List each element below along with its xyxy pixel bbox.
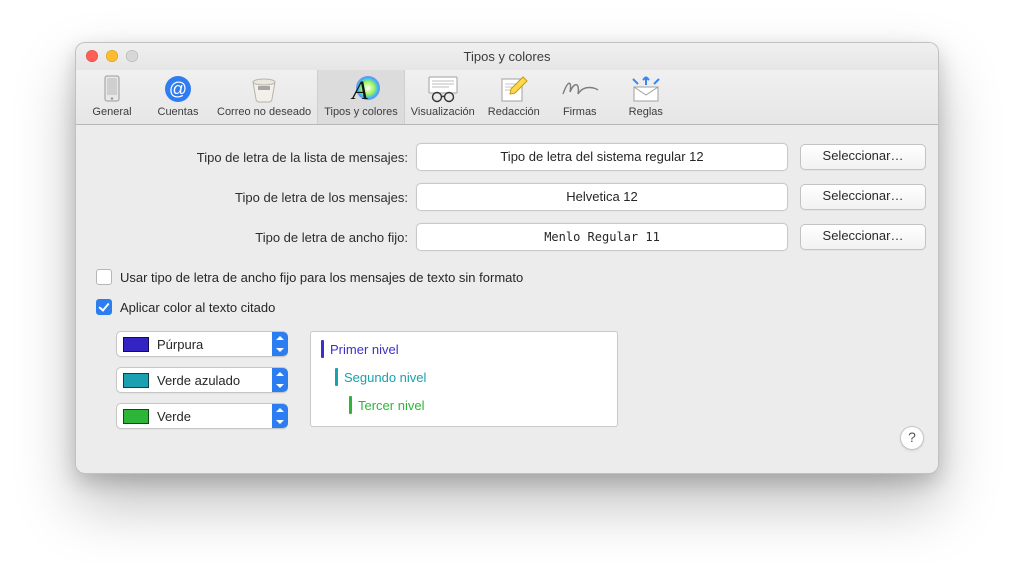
toolbar-item-viewing[interactable]: Visualización (405, 70, 481, 124)
fixed-width-plaintext-row: Usar tipo de letra de ancho fijo para lo… (96, 269, 926, 285)
font-display-message: Helvetica 12 (416, 183, 788, 211)
popup-label: Verde azulado (157, 373, 272, 388)
font-row-message: Tipo de letra de los mensajes: Helvetica… (88, 183, 926, 211)
quote-preview-line: Tercer nivel (349, 394, 607, 416)
fonts-colors-icon: A (341, 74, 381, 104)
toolbar-item-signatures[interactable]: Firmas (547, 70, 613, 124)
quote-bar-icon (335, 368, 338, 386)
help-icon: ? (908, 429, 916, 445)
quote-preview-text: Segundo nivel (344, 370, 426, 385)
toolbar-item-fonts-colors[interactable]: A Tipos y colores (317, 70, 405, 124)
popup-label: Púrpura (157, 337, 272, 352)
toolbar-item-label: Reglas (629, 106, 663, 118)
at-icon: @ (158, 74, 198, 104)
chevron-updown-icon (272, 368, 288, 392)
trash-icon (244, 74, 284, 104)
toolbar-item-composing[interactable]: Redacción (481, 70, 547, 124)
zoom-icon[interactable] (126, 50, 138, 62)
signature-icon (560, 74, 600, 104)
swatch-icon (123, 337, 149, 352)
svg-text:A: A (350, 76, 368, 104)
quote-preview-line: Primer nivel (321, 338, 607, 360)
quote-bar-icon (349, 396, 352, 414)
color-quoted-checkbox[interactable] (96, 299, 112, 315)
toolbar-item-label: Correo no deseado (217, 106, 311, 118)
select-font-button[interactable]: Seleccionar… (800, 184, 926, 210)
swatch-icon (123, 409, 149, 424)
quote-level3-select[interactable]: Verde (116, 403, 288, 429)
fixed-width-plaintext-checkbox[interactable] (96, 269, 112, 285)
font-row-label: Tipo de letra de ancho fijo: (88, 230, 416, 245)
quote-preview-text: Primer nivel (330, 342, 399, 357)
help-button[interactable]: ? (900, 426, 924, 450)
toolbar-item-label: Cuentas (158, 106, 199, 118)
select-font-button[interactable]: Seleccionar… (800, 224, 926, 250)
quote-bar-icon (321, 340, 324, 358)
compose-icon (494, 74, 534, 104)
color-quoted-row: Aplicar color al texto citado (96, 299, 926, 315)
chevron-updown-icon (272, 332, 288, 356)
titlebar: Tipos y colores (76, 43, 938, 70)
font-display-fixed-width: Menlo Regular 11 (416, 223, 788, 251)
quote-preview-line: Segundo nivel (335, 366, 607, 388)
quote-preview-text: Tercer nivel (358, 398, 424, 413)
traffic-lights (86, 50, 138, 62)
minimize-icon[interactable] (106, 50, 118, 62)
content-pane: Tipo de letra de la lista de mensajes: T… (76, 125, 938, 464)
color-quoted-label: Aplicar color al texto citado (120, 300, 275, 315)
svg-text:@: @ (169, 79, 187, 99)
toolbar-item-label: Visualización (411, 106, 475, 118)
select-font-button[interactable]: Seleccionar… (800, 144, 926, 170)
font-display-message-list: Tipo de letra del sistema regular 12 (416, 143, 788, 171)
phone-icon (92, 74, 132, 104)
toolbar-item-label: Tipos y colores (324, 106, 398, 118)
chevron-updown-icon (272, 404, 288, 428)
toolbar-item-label: Firmas (563, 106, 597, 118)
toolbar-item-rules[interactable]: Reglas (613, 70, 679, 124)
quote-level2-select[interactable]: Verde azulado (116, 367, 288, 393)
preferences-window: Tipos y colores General @ Cuentas Correo… (75, 42, 939, 474)
toolbar-item-accounts[interactable]: @ Cuentas (145, 70, 211, 124)
popup-label: Verde (157, 409, 272, 424)
quote-area: Púrpura Verde azulado Verde (116, 331, 926, 429)
font-row-label: Tipo de letra de los mensajes: (88, 190, 416, 205)
toolbar-item-junk[interactable]: Correo no deseado (211, 70, 317, 124)
fixed-width-plaintext-label: Usar tipo de letra de ancho fijo para lo… (120, 270, 523, 285)
glasses-icon (423, 74, 463, 104)
quote-color-selects: Púrpura Verde azulado Verde (116, 331, 288, 429)
toolbar: General @ Cuentas Correo no deseado (76, 70, 938, 125)
font-row-fixed-width: Tipo de letra de ancho fijo: Menlo Regul… (88, 223, 926, 251)
toolbar-item-general[interactable]: General (79, 70, 145, 124)
font-row-label: Tipo de letra de la lista de mensajes: (88, 150, 416, 165)
window-title: Tipos y colores (464, 49, 551, 64)
rules-icon (626, 74, 666, 104)
quote-preview: Primer nivel Segundo nivel Tercer nivel (310, 331, 618, 427)
toolbar-item-label: General (92, 106, 131, 118)
font-row-message-list: Tipo de letra de la lista de mensajes: T… (88, 143, 926, 171)
toolbar-item-label: Redacción (488, 106, 540, 118)
close-icon[interactable] (86, 50, 98, 62)
quote-level1-select[interactable]: Púrpura (116, 331, 288, 357)
swatch-icon (123, 373, 149, 388)
